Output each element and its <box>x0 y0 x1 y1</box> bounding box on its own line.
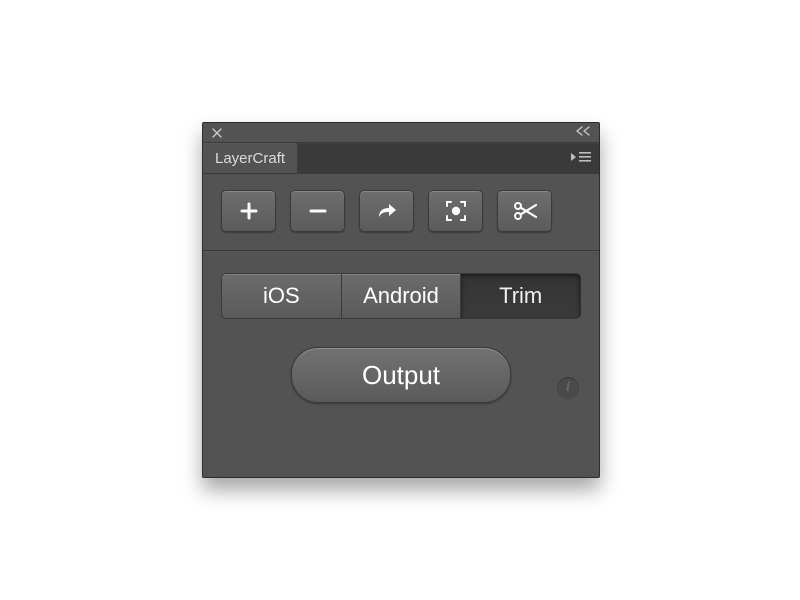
minus-icon <box>308 201 328 221</box>
panel-title: LayerCraft <box>215 150 285 167</box>
tab-strip: LayerCraft <box>203 143 599 174</box>
output-row: Output i <box>221 347 581 403</box>
cut-button[interactable] <box>497 190 552 232</box>
add-button[interactable] <box>221 190 276 232</box>
scissors-icon <box>513 201 537 221</box>
output-label: Output <box>362 360 440 391</box>
segment-trim[interactable]: Trim <box>460 273 581 319</box>
segment-ios[interactable]: iOS <box>221 273 341 319</box>
segment-android[interactable]: Android <box>341 273 461 319</box>
info-glyph: i <box>566 380 570 396</box>
share-arrow-icon <box>376 202 398 220</box>
panel-tab[interactable]: LayerCraft <box>203 143 298 173</box>
output-button[interactable]: Output <box>291 347 511 403</box>
flyout-menu-icon[interactable] <box>571 151 591 165</box>
options-section: iOS Android Trim Output i <box>203 251 599 421</box>
target-selection-icon <box>445 200 467 222</box>
tab-gutter <box>298 143 599 173</box>
plus-icon <box>239 201 259 221</box>
close-icon[interactable] <box>211 127 223 139</box>
collapse-double-arrow-icon[interactable] <box>575 126 591 138</box>
remove-button[interactable] <box>290 190 345 232</box>
platform-segmented-control: iOS Android Trim <box>221 273 581 319</box>
info-icon[interactable]: i <box>557 377 579 399</box>
select-target-button[interactable] <box>428 190 483 232</box>
segment-label: Android <box>363 283 439 309</box>
titlebar <box>203 123 599 143</box>
panel: LayerCraft <box>202 122 600 478</box>
segment-label: iOS <box>263 283 300 309</box>
segment-label: Trim <box>499 283 542 309</box>
toolbar <box>203 174 599 250</box>
share-button[interactable] <box>359 190 414 232</box>
